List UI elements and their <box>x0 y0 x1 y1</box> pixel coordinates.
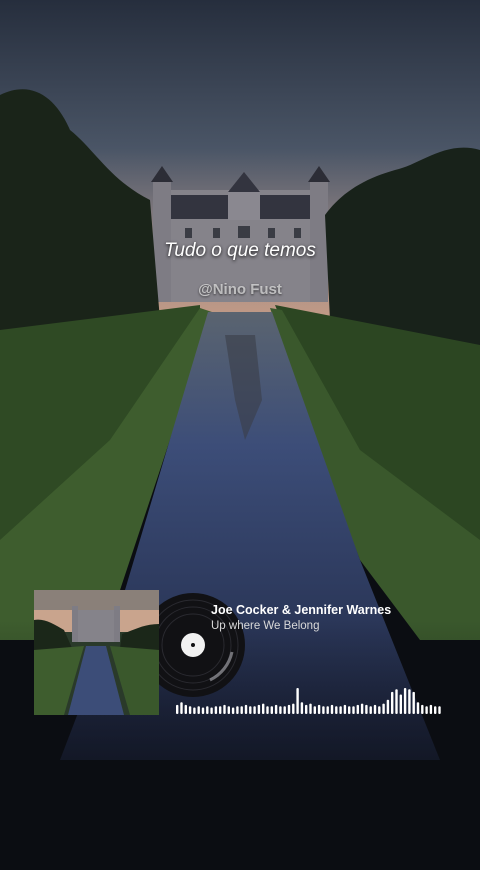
visualizer-bar <box>201 707 205 714</box>
visualizer-bar <box>240 706 243 714</box>
visualizer-bar <box>395 689 398 714</box>
visualizer-bar <box>335 706 338 714</box>
visualizer-bar <box>279 706 282 714</box>
visualizer-bar <box>197 706 200 714</box>
visualizer-bar <box>434 706 437 714</box>
visualizer-bar <box>193 707 196 714</box>
visualizer-bar <box>399 694 402 714</box>
visualizer-bar <box>262 703 265 714</box>
visualizer-bar <box>249 706 252 714</box>
video-background-scene <box>0 0 480 870</box>
visualizer-bar <box>257 704 261 714</box>
visualizer-bar <box>274 704 278 714</box>
visualizer-bar <box>317 704 321 714</box>
visualizer-bar <box>180 702 183 714</box>
visualizer-bar <box>403 688 407 714</box>
visualizer-bar <box>391 691 394 714</box>
visualizer-bar <box>309 703 312 714</box>
visualizer-bar <box>382 703 385 714</box>
visualizer-bar <box>270 706 273 714</box>
visualizer-bar <box>343 704 347 714</box>
visualizer-bar <box>360 703 364 714</box>
visualizer-bar <box>330 704 334 714</box>
visualizer-bar <box>386 699 390 714</box>
visualizer-bar <box>292 703 295 714</box>
visualizer-bar <box>188 706 192 714</box>
visualizer-bar <box>373 704 377 714</box>
visualizer-bar <box>378 706 381 714</box>
visualizer-bar <box>206 706 209 714</box>
visualizer-bar <box>253 706 256 714</box>
visualizer-bar <box>184 704 187 714</box>
visualizer-bar <box>223 704 226 714</box>
visualizer-bar <box>305 704 308 714</box>
visualizer-bar <box>300 702 304 714</box>
visualizer-bar <box>425 706 428 714</box>
visualizer-bar <box>287 704 291 714</box>
visualizer-bar <box>219 706 222 714</box>
visualizer-bar <box>176 704 179 714</box>
visualizer-bar <box>296 688 299 714</box>
watermark-credit: @Nino Fust <box>198 281 282 298</box>
visualizer-bar <box>236 706 239 714</box>
visualizer-bar <box>210 707 213 714</box>
visualizer-bar <box>266 706 269 714</box>
audio-waveform-icon <box>176 688 441 714</box>
castle-cover-art <box>34 590 159 715</box>
visualizer-bar <box>244 704 248 714</box>
album-cover-art <box>34 590 159 715</box>
visualizer-bar <box>356 704 359 714</box>
visualizer-bar <box>438 706 441 714</box>
visualizer-bar <box>322 706 325 714</box>
track-artist: Joe Cocker & Jennifer Warnes <box>211 603 392 617</box>
visualizer-bar <box>231 707 235 714</box>
visualizer-bar <box>421 704 424 714</box>
visualizer-bar <box>227 706 230 714</box>
visualizer-bar <box>214 706 218 714</box>
lyrics-caption: Tudo o que temos <box>164 240 316 261</box>
visualizer-bar <box>348 706 351 714</box>
visualizer-bar <box>369 706 372 714</box>
visualizer-bar <box>339 706 342 714</box>
visualizer-bar <box>429 704 433 714</box>
visualizer-bar <box>412 691 415 714</box>
visualizer-bar <box>416 702 420 714</box>
music-player-card[interactable]: Joe Cocker & Jennifer Warnes Up where We… <box>34 590 454 720</box>
visualizer-bar <box>352 706 355 714</box>
visualizer-bar <box>326 706 329 714</box>
visualizer-bar <box>313 706 316 714</box>
visualizer-bar <box>408 689 411 714</box>
track-title: Up where We Belong <box>211 620 320 632</box>
visualizer-bar <box>365 704 368 714</box>
visualizer-bar <box>283 706 286 714</box>
